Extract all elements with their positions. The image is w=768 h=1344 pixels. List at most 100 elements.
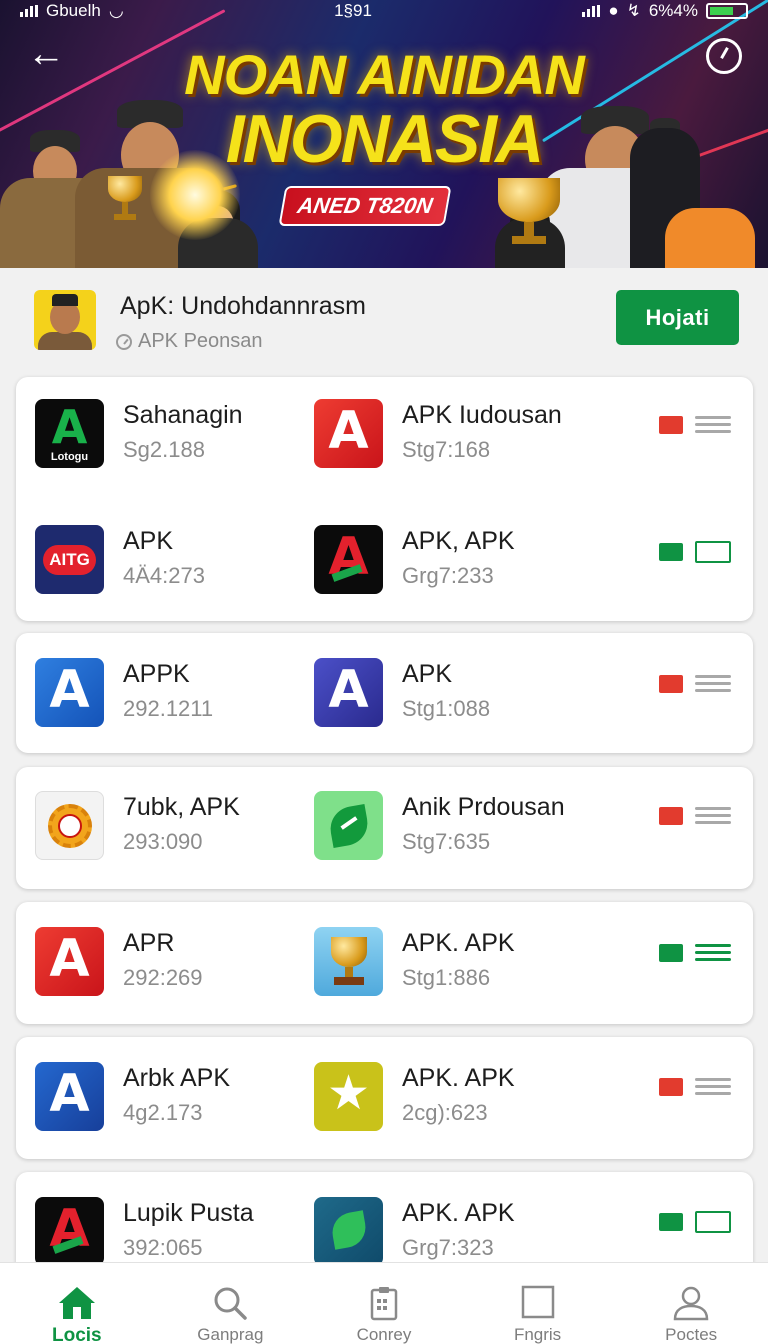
green-leaf-logo-icon [314, 791, 383, 860]
app-name: APK. APK [402, 929, 515, 957]
signal-icon [582, 5, 601, 17]
status-indicator [659, 1213, 683, 1231]
indigo-a-logo-icon: A [314, 658, 383, 727]
green-a-logo-icon: A Lotogu [35, 399, 104, 468]
app-size: Stg1:088 [402, 696, 491, 721]
blue-a-logo-icon: A [35, 1062, 104, 1131]
primary-action-button[interactable]: Hojati [616, 290, 739, 345]
app-size: Grg7:233 [402, 563, 494, 588]
app-name: APK Iudousan [402, 401, 562, 429]
trophy-logo-icon [314, 927, 383, 996]
checkbox-icon[interactable] [695, 1211, 731, 1233]
page-subtitle: APK Peonsan [138, 330, 263, 352]
app-list-item[interactable]: ★ APK. APK 2cg):623 [314, 1062, 614, 1132]
app-size: 2cg):623 [402, 1100, 488, 1125]
app-card: A Arbk APK 4g2.173 ★ APK. APK 2cg):623 [16, 1037, 753, 1159]
app-size: Sg2.188 [123, 437, 205, 462]
app-list-item[interactable]: A APPK 292.1211 [35, 658, 295, 728]
app-name: APK. APK [402, 1064, 515, 1092]
app-list-item[interactable]: A APK, APK Grg7:233 [314, 525, 614, 595]
yellow-star-logo-icon: ★ [314, 1062, 383, 1131]
menu-icon[interactable] [695, 1076, 731, 1098]
app-list-item[interactable]: APK. APK Grg7:323 [314, 1197, 614, 1267]
app-size: 4g2.173 [123, 1100, 203, 1125]
app-list-item[interactable]: Anik Prdousan Stg7:635 [314, 791, 614, 861]
app-card: A Lotogu Sahanagin Sg2.188 A APK Iudousa… [16, 377, 753, 621]
nav-label: Conrey [356, 1325, 412, 1344]
app-name: APK [123, 527, 174, 555]
red-a-logo-icon: A [314, 399, 383, 468]
square-icon [521, 1285, 554, 1319]
status-time: 1§91 [334, 1, 372, 20]
nav-item-search[interactable]: Ganprag [154, 1263, 308, 1344]
nav-label: Locis [51, 1325, 102, 1344]
home-icon [58, 1287, 95, 1319]
app-header: ApK: Undohdannrasm APK Peonsan Hojati [0, 268, 768, 370]
nav-label: Poctes [665, 1325, 718, 1344]
trophy-icon [108, 176, 142, 226]
app-name: APK. APK [402, 1199, 515, 1227]
search-icon [214, 1287, 248, 1320]
app-card: 7ubk, APK 293:090 Anik Prdousan Stg7:635 [16, 767, 753, 889]
gear-clock-logo-icon [35, 791, 104, 860]
blue-a-logo-icon: A [35, 658, 104, 727]
app-name: Arbk APK [123, 1064, 230, 1092]
black-a-logo-icon: A [35, 1197, 104, 1266]
status-indicator [659, 944, 683, 962]
status-indicator [659, 416, 683, 434]
app-list-item[interactable]: AITG APK 4Ä4:273 [35, 525, 295, 595]
app-list-item[interactable]: APK. APK Stg1:886 [314, 927, 614, 997]
icon-label: AITG [43, 545, 96, 575]
banner-tag[interactable]: ANED T820N [278, 186, 452, 226]
wifi-icon: ◡ [108, 1, 124, 20]
app-list-item[interactable]: A Lupik Pusta 392:065 [35, 1197, 295, 1267]
nav-label: Fngris [513, 1325, 562, 1344]
menu-icon[interactable] [695, 805, 731, 827]
person-icon [673, 1286, 709, 1321]
black-a-logo-icon: A [314, 525, 383, 594]
nav-label: Ganprag [197, 1325, 264, 1344]
status-indicator [659, 807, 683, 825]
app-name: Sahanagin [123, 401, 243, 429]
carrier-text: Gbuelh [46, 1, 101, 20]
signal-icon [20, 5, 38, 17]
nav-item-profile[interactable]: Poctes [614, 1263, 768, 1344]
app-size: 292:269 [123, 965, 203, 990]
app-size: Grg7:323 [402, 1235, 494, 1260]
nav-item-clipboard[interactable]: Conrey [307, 1263, 461, 1344]
app-list-item[interactable]: A Arbk APK 4g2.173 [35, 1062, 295, 1132]
bolt-icon: ↯ [626, 1, 641, 20]
app-name: APK, APK [402, 527, 515, 555]
icon-label: Lotogu [50, 451, 89, 463]
menu-icon[interactable] [695, 414, 731, 436]
menu-icon[interactable] [695, 673, 731, 695]
app-name: APR [123, 929, 175, 957]
app-name: APPK [123, 660, 190, 688]
app-name: 7ubk, APK [123, 793, 240, 821]
menu-icon[interactable] [695, 942, 731, 964]
red-a-logo-icon: A [35, 927, 104, 996]
avatar [34, 290, 96, 350]
trophy-icon [498, 178, 560, 248]
app-list-item[interactable]: A Lotogu Sahanagin Sg2.188 [35, 399, 295, 469]
app-list-item[interactable]: A APK Stg1:088 [314, 658, 614, 728]
checkbox-icon[interactable] [695, 541, 731, 563]
app-list-item[interactable]: A APR 292:269 [35, 927, 295, 997]
app-list-item[interactable]: 7ubk, APK 293:090 [35, 791, 295, 861]
app-size: 292.1211 [123, 696, 214, 721]
hero-banner: Gbuelh ◡ 1§91 ● ↯ 6%4% ← NOAN AINIDAN IN… [0, 0, 768, 268]
app-size: 4Ä4:273 [123, 563, 205, 588]
nav-item-square[interactable]: Fngris [461, 1263, 615, 1344]
nav-item-home[interactable]: Locis [0, 1263, 154, 1344]
teal-leaf-logo-icon [314, 1197, 383, 1266]
app-card: A APR 292:269 APK. APK Stg1:886 [16, 902, 753, 1024]
banner-title-line2: INONASIA [225, 101, 544, 177]
app-list-item[interactable]: A APK Iudousan Stg7:168 [314, 399, 614, 469]
bottom-navigation: Locis Ganprag Conrey Fngris Poctes [0, 1262, 768, 1344]
status-indicator [659, 1078, 683, 1096]
app-name: Anik Prdousan [402, 793, 565, 821]
app-name: APK [402, 660, 453, 688]
status-indicator [659, 543, 683, 561]
app-size: 392:065 [123, 1235, 203, 1260]
app-size: Stg1:886 [402, 965, 491, 990]
